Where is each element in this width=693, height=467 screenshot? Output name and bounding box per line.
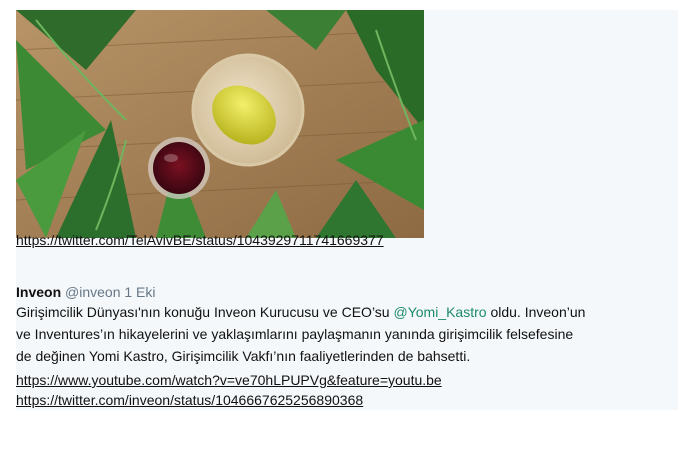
tweet-date[interactable]: 1 Eki (124, 284, 155, 300)
tweet-mention[interactable]: @Yomi_Kastro (393, 304, 486, 320)
tweet-text-suffix: oldu. Inveon’un (486, 304, 586, 320)
tweet-header: Inveon @inveon 1 Eki (16, 282, 156, 302)
youtube-link[interactable]: https://www.youtube.com/watch?v=ve70hLPU… (16, 370, 442, 390)
tweet-handle[interactable]: @inveon (65, 284, 120, 300)
inveon-status-link[interactable]: https://twitter.com/inveon/status/104666… (16, 390, 363, 410)
photo-icon (16, 10, 424, 238)
tweet-body-line-2: ve Inventures’ın hikayelerini ve yaklaşı… (16, 326, 574, 342)
tweet-photo[interactable] (16, 10, 424, 238)
tweet-body-line-1: Girişimcilik Dünyası'nın konuğu Inveon K… (16, 302, 585, 322)
tel-aviv-status-link[interactable]: https://twitter.com/TelAvivBE/status/104… (16, 230, 384, 250)
tweet-body-line-3: de değinen Yomi Kastro, Girişimcilik Vak… (16, 348, 471, 364)
tweet-text-prefix: Girişimcilik Dünyası'nın konuğu Inveon K… (16, 304, 394, 320)
tweet-author[interactable]: Inveon (16, 284, 61, 300)
